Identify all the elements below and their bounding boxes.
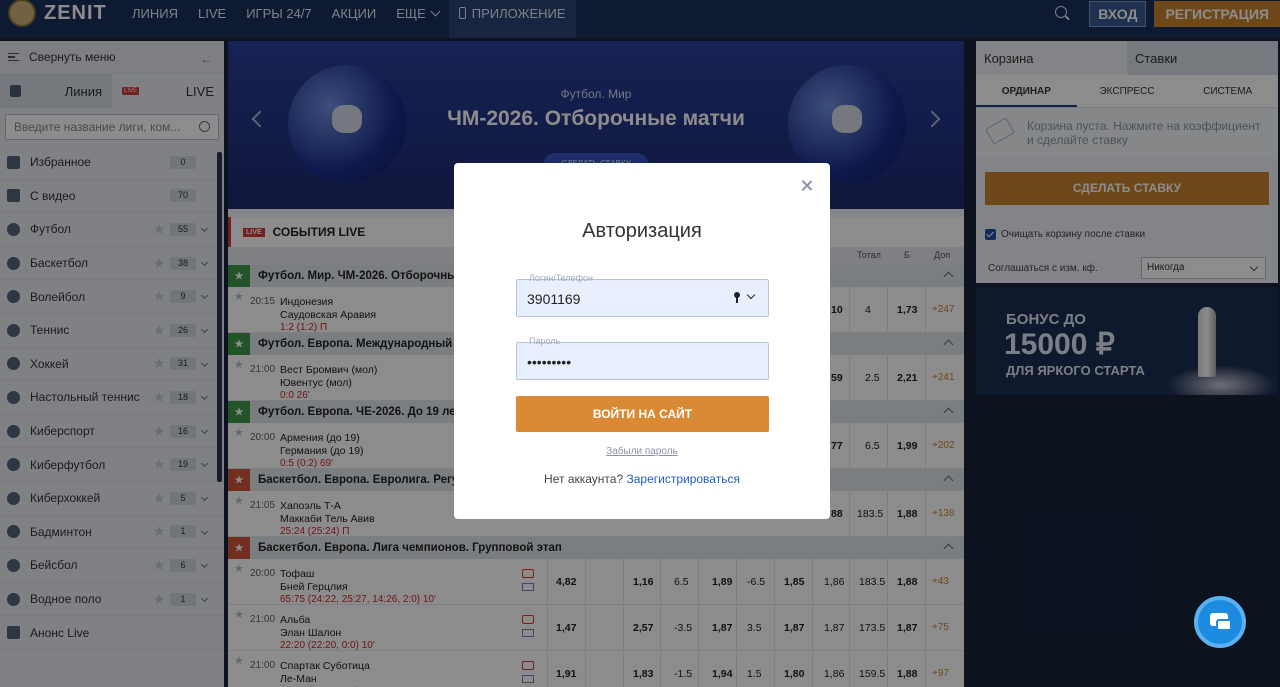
key-icon[interactable]	[734, 292, 740, 303]
no-account-text: Нет аккаунта? Зарегистрироваться	[454, 472, 830, 486]
login-submit-button[interactable]: ВОЙТИ НА САЙТ	[516, 396, 769, 432]
chat-icon-bubble	[1216, 619, 1232, 631]
password-field-value: •••••••••	[527, 354, 572, 370]
register-link[interactable]: Зарегистрироваться	[626, 472, 739, 486]
forgot-password-link[interactable]: Забыли пароль	[454, 446, 830, 457]
no-account-label: Нет аккаунта?	[544, 472, 624, 486]
chat-support-button[interactable]	[1194, 596, 1246, 648]
login-modal: Авторизация Логин/Телефон 3901169 Пароль…	[454, 163, 830, 519]
password-field[interactable]: Пароль •••••••••	[516, 336, 769, 380]
login-field-value: 3901169	[527, 291, 581, 307]
login-field-label: Логин/Телефон	[529, 273, 594, 283]
chevron-down-icon[interactable]	[746, 290, 756, 300]
close-icon[interactable]	[800, 179, 814, 193]
modal-title: Авторизация	[582, 220, 702, 242]
password-field-label: Пароль	[529, 336, 561, 346]
login-field[interactable]: Логин/Телефон 3901169	[516, 273, 769, 317]
